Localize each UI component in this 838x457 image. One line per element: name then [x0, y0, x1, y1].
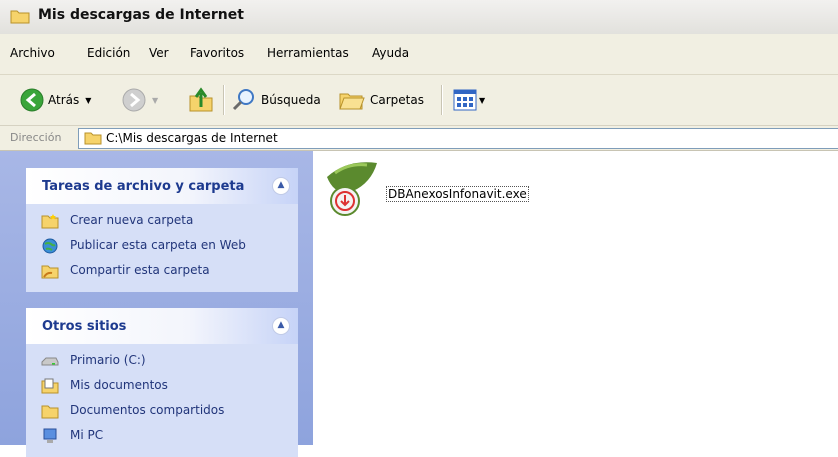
address-input[interactable]: C:\Mis descargas de Internet [78, 128, 838, 149]
file-list: DBAnexosInfonavit.exe [313, 151, 838, 445]
shared-documents-icon [41, 405, 59, 419]
search-button[interactable]: Búsqueda [231, 75, 321, 125]
collapse-icon[interactable]: ▲ [272, 317, 290, 335]
my-computer-icon [43, 428, 57, 443]
folders-button[interactable]: Carpetas [338, 75, 424, 125]
address-value: C:\Mis descargas de Internet [106, 131, 278, 145]
share-folder-icon [41, 265, 59, 279]
task-label: Crear nueva carpeta [70, 213, 194, 227]
menu-ver[interactable]: Ver [149, 46, 169, 60]
task-pane: Tareas de archivo y carpeta ▲ Crear nuev… [0, 151, 313, 457]
menu-favoritos[interactable]: Favoritos [190, 46, 244, 60]
place-label: Primario (C:) [70, 353, 146, 367]
task-publish-web[interactable]: Publicar esta carpeta en Web [26, 234, 298, 259]
search-label: Búsqueda [261, 93, 321, 107]
views-icon [453, 89, 477, 111]
place-label: Documentos compartidos [70, 403, 225, 417]
toolbar-separator [223, 85, 224, 115]
drive-icon [41, 357, 59, 366]
task-label: Compartir esta carpeta [70, 263, 210, 277]
window-title: Mis descargas de Internet [38, 7, 244, 23]
address-label: Dirección [10, 131, 62, 144]
place-primary-drive[interactable]: Primario (C:) [26, 349, 298, 374]
back-button[interactable]: Atrás ▼ [20, 75, 91, 125]
folder-icon [10, 10, 30, 24]
forward-button[interactable]: ▼ [122, 75, 158, 125]
views-button[interactable]: ▼ [453, 75, 485, 125]
task-share-folder[interactable]: Compartir esta carpeta [26, 259, 298, 284]
installer-exe-icon [327, 162, 377, 216]
search-icon [232, 89, 254, 111]
folders-label: Carpetas [370, 93, 424, 107]
panel-title: Tareas de archivo y carpeta [42, 179, 245, 194]
menu-edicion[interactable]: Edición [87, 46, 130, 60]
file-tasks-panel: Tareas de archivo y carpeta ▲ Crear nuev… [26, 168, 298, 292]
menu-archivo[interactable]: Archivo [10, 46, 55, 60]
task-new-folder[interactable]: Crear nueva carpeta [26, 209, 298, 234]
file-tasks-header[interactable]: Tareas de archivo y carpeta ▲ [26, 168, 298, 204]
chevron-down-icon[interactable]: ▼ [85, 96, 91, 105]
new-folder-icon [41, 214, 59, 229]
place-my-documents[interactable]: Mis documentos [26, 374, 298, 399]
up-folder-icon [189, 87, 213, 112]
toolbar: Atrás ▼ ▼ Búsqueda Carpetas ▼ [0, 75, 838, 126]
folders-icon [339, 93, 365, 110]
place-my-computer[interactable]: Mi PC [26, 424, 298, 449]
other-places-panel: Otros sitios ▲ Primario (C:) Mis documen… [26, 308, 298, 457]
chevron-down-icon[interactable]: ▼ [152, 96, 158, 105]
title-bar: Mis descargas de Internet [0, 0, 838, 34]
back-label: Atrás [48, 93, 80, 107]
web-publish-icon [42, 238, 58, 254]
my-documents-icon [41, 378, 59, 394]
menu-herramientas[interactable]: Herramientas [267, 46, 349, 60]
collapse-icon[interactable]: ▲ [272, 177, 290, 195]
menu-ayuda[interactable]: Ayuda [372, 46, 409, 60]
back-arrow-icon [20, 88, 44, 112]
address-bar: Dirección C:\Mis descargas de Internet [0, 126, 838, 151]
menu-bar: Archivo Edición Ver Favoritos Herramient… [0, 34, 838, 75]
chevron-down-icon[interactable]: ▼ [479, 96, 485, 105]
task-label: Publicar esta carpeta en Web [70, 238, 246, 252]
toolbar-separator [441, 85, 442, 115]
place-label: Mi PC [70, 428, 104, 442]
file-name: DBAnexosInfonavit.exe [386, 186, 529, 202]
other-places-header[interactable]: Otros sitios ▲ [26, 308, 298, 344]
place-shared-documents[interactable]: Documentos compartidos [26, 399, 298, 424]
place-label: Mis documentos [70, 378, 168, 392]
folder-icon [84, 132, 102, 145]
panel-title: Otros sitios [42, 319, 127, 334]
forward-arrow-icon [122, 88, 146, 112]
up-folder-button[interactable] [188, 75, 214, 125]
